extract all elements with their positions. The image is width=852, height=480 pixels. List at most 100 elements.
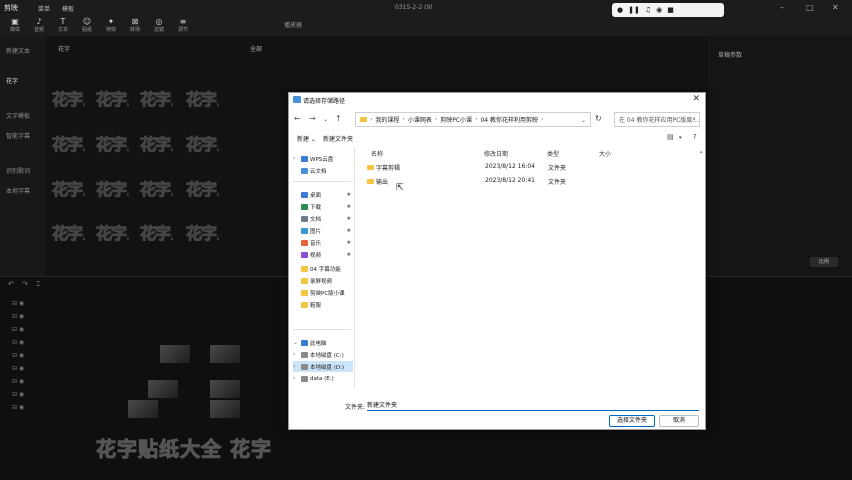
download-icon[interactable]: ↓ [126,236,130,242]
timeline-clip-thumbnail[interactable] [148,380,178,398]
breadcrumb-item[interactable]: 我的课程 [375,115,399,124]
expand-chevron-icon[interactable]: › [293,375,299,382]
flower-text-item[interactable]: 花字 ↓ [139,125,174,155]
track-lock-icon[interactable]: ⊟ ◉ [12,365,24,372]
new-menu-button[interactable]: 新建 ⌄ [297,134,316,143]
expand-chevron-icon[interactable]: › [293,363,299,370]
nav-item[interactable]: 录屏视频 [293,275,353,286]
category-new-text[interactable]: 新建文本 [6,46,30,55]
nav-item[interactable]: › 本地磁盘 (D:) [293,361,353,372]
pause-icon[interactable]: ❚❚ [628,6,640,14]
flower-text-item[interactable]: 花字 ↓ [95,125,130,155]
scroll-up-icon[interactable]: ▴ [700,149,704,157]
timeline-clip-thumbnail[interactable] [210,345,240,363]
view-options-icon[interactable]: ▤ [667,133,674,141]
column-name[interactable]: 名称 [371,149,383,158]
track-lock-icon[interactable]: ⊟ ◉ [12,352,24,359]
nav-item[interactable]: 图片 ✱ [293,225,353,236]
track-lock-icon[interactable]: ⊟ ◉ [12,313,24,320]
nav-item[interactable]: 鞋服 [293,299,353,310]
nav-item[interactable]: 云文档 [293,165,353,176]
nav-item[interactable]: 文档 ✱ [293,213,353,224]
forward-icon[interactable]: → [309,114,316,123]
nav-item[interactable]: › data (E:) [293,373,353,384]
address-bar[interactable]: › 我的课程 › 小课网表 › 剪映PC小课 › 04 教你花样利用剪映 › [355,112,591,127]
new-folder-button[interactable]: 新建文件夹 [323,134,353,143]
toolbar-effects-button[interactable]: ✦ 特效 [100,17,122,33]
category-auto-caption[interactable]: 智能字幕 [6,131,30,140]
stop-icon[interactable]: ■ [667,6,674,14]
recent-locations-icon[interactable]: ⌄ [323,116,328,123]
download-icon[interactable]: ↓ [216,102,220,108]
flower-text-item[interactable]: 花字 ↓ [51,170,86,200]
download-icon[interactable]: ↓ [126,102,130,108]
folder-name-input[interactable] [367,399,699,411]
track-lock-icon[interactable]: ⊟ ◉ [12,404,24,411]
mic-icon[interactable]: ♫ [645,6,651,14]
nav-item[interactable]: 视频 ✱ [293,249,353,260]
track-lock-icon[interactable]: ⊟ ◉ [12,300,24,307]
help-icon[interactable]: ? [693,133,697,141]
toolbar-media-button[interactable]: ▣ 媒体 [4,17,26,33]
column-type[interactable]: 类型 [547,149,559,158]
flower-text-item[interactable]: 花字 ↓ [139,214,174,244]
up-icon[interactable]: ↑ [335,114,342,123]
track-lock-icon[interactable]: ⊟ ◉ [12,339,24,346]
file-row[interactable]: 输出 2023/8/12 20:41 文件夹 [365,175,695,186]
camera-icon[interactable]: ◉ [656,6,662,14]
download-icon[interactable]: ↓ [126,192,130,198]
flower-text-item[interactable]: 花字 ↓ [51,125,86,155]
flower-text-item[interactable]: 花字 ↓ [51,80,86,110]
refresh-icon[interactable]: ↻ [595,114,602,123]
flower-text-item[interactable]: 花字 ↓ [95,80,130,110]
flower-text-item[interactable]: 花字 ↓ [51,214,86,244]
select-folder-button[interactable]: 选择文件夹 [609,415,655,427]
filter-all[interactable]: 全部 [250,44,262,53]
menu-item-templates[interactable]: 模板 [62,4,74,13]
file-row[interactable]: 字幕剪辑 2023/8/12 16:04 文件夹 [365,161,695,172]
nav-item[interactable]: › 本地磁盘 (C:) [293,349,353,360]
breadcrumb-item[interactable]: 剪映PC小课 [440,115,472,124]
toolbar-transition-button[interactable]: ⊠ 转场 [124,17,146,33]
flower-text-item[interactable]: 花字 ↓ [185,214,220,244]
download-icon[interactable]: ↓ [126,147,130,153]
toolbar-filter-button[interactable]: ◎ 滤镜 [148,17,170,33]
search-box[interactable]: 在 04 教你花样应用PC版度… ⌕ [614,112,700,127]
track-lock-icon[interactable]: ⊟ ◉ [12,378,24,385]
expand-chevron-icon[interactable]: ⌄ [293,339,299,346]
timeline-text-clip[interactable]: 花字贴纸大全 花字 [96,433,272,462]
back-icon[interactable]: ← [294,114,301,123]
download-icon[interactable]: ↓ [82,236,86,242]
download-icon[interactable]: ↓ [170,192,174,198]
nav-item[interactable]: › WPS云盘 [293,153,353,164]
flower-text-item[interactable]: 花字 ↓ [185,170,220,200]
toolbar-audio-button[interactable]: ♪ 音频 [28,17,50,33]
download-icon[interactable]: ↓ [170,102,174,108]
toolbar-adjust-button[interactable]: ≡ 调节 [172,17,194,33]
download-icon[interactable]: ↓ [216,192,220,198]
flower-text-item[interactable]: 花字 ↓ [139,80,174,110]
nav-item[interactable]: 音乐 ✱ [293,237,353,248]
download-icon[interactable]: ↓ [170,147,174,153]
timeline-clip-thumbnail[interactable] [160,345,190,363]
flower-text-item[interactable]: 花字 ↓ [95,170,130,200]
download-icon[interactable]: ↓ [82,147,86,153]
download-icon[interactable]: ↓ [82,192,86,198]
menu-item-menu[interactable]: 菜单 [38,4,50,13]
track-lock-icon[interactable]: ⊟ ◉ [12,391,24,398]
nav-item[interactable]: ⌄ 此电脑 [293,337,353,348]
download-icon[interactable]: ↓ [82,102,86,108]
record-icon[interactable]: ● [617,6,623,14]
category-text-template[interactable]: 文字模板 [6,111,30,120]
dialog-scrollbar[interactable]: ▴ [699,147,705,387]
minimize-icon[interactable]: – [780,3,784,12]
maximize-icon[interactable]: □ [806,3,814,12]
download-icon[interactable]: ↓ [170,236,174,242]
ratio-button[interactable]: 比例 [810,257,838,267]
toolbar-text-button[interactable]: T 文本 [52,17,74,33]
toolbar-sticker-button[interactable]: ☺ 贴纸 [76,17,98,33]
download-icon[interactable]: ↓ [216,236,220,242]
breadcrumb-item[interactable]: 04 教你花样利用剪映 [480,115,538,124]
view-dropdown-icon[interactable]: ▾ [679,135,682,141]
redo-icon[interactable]: ↷ [22,280,28,288]
